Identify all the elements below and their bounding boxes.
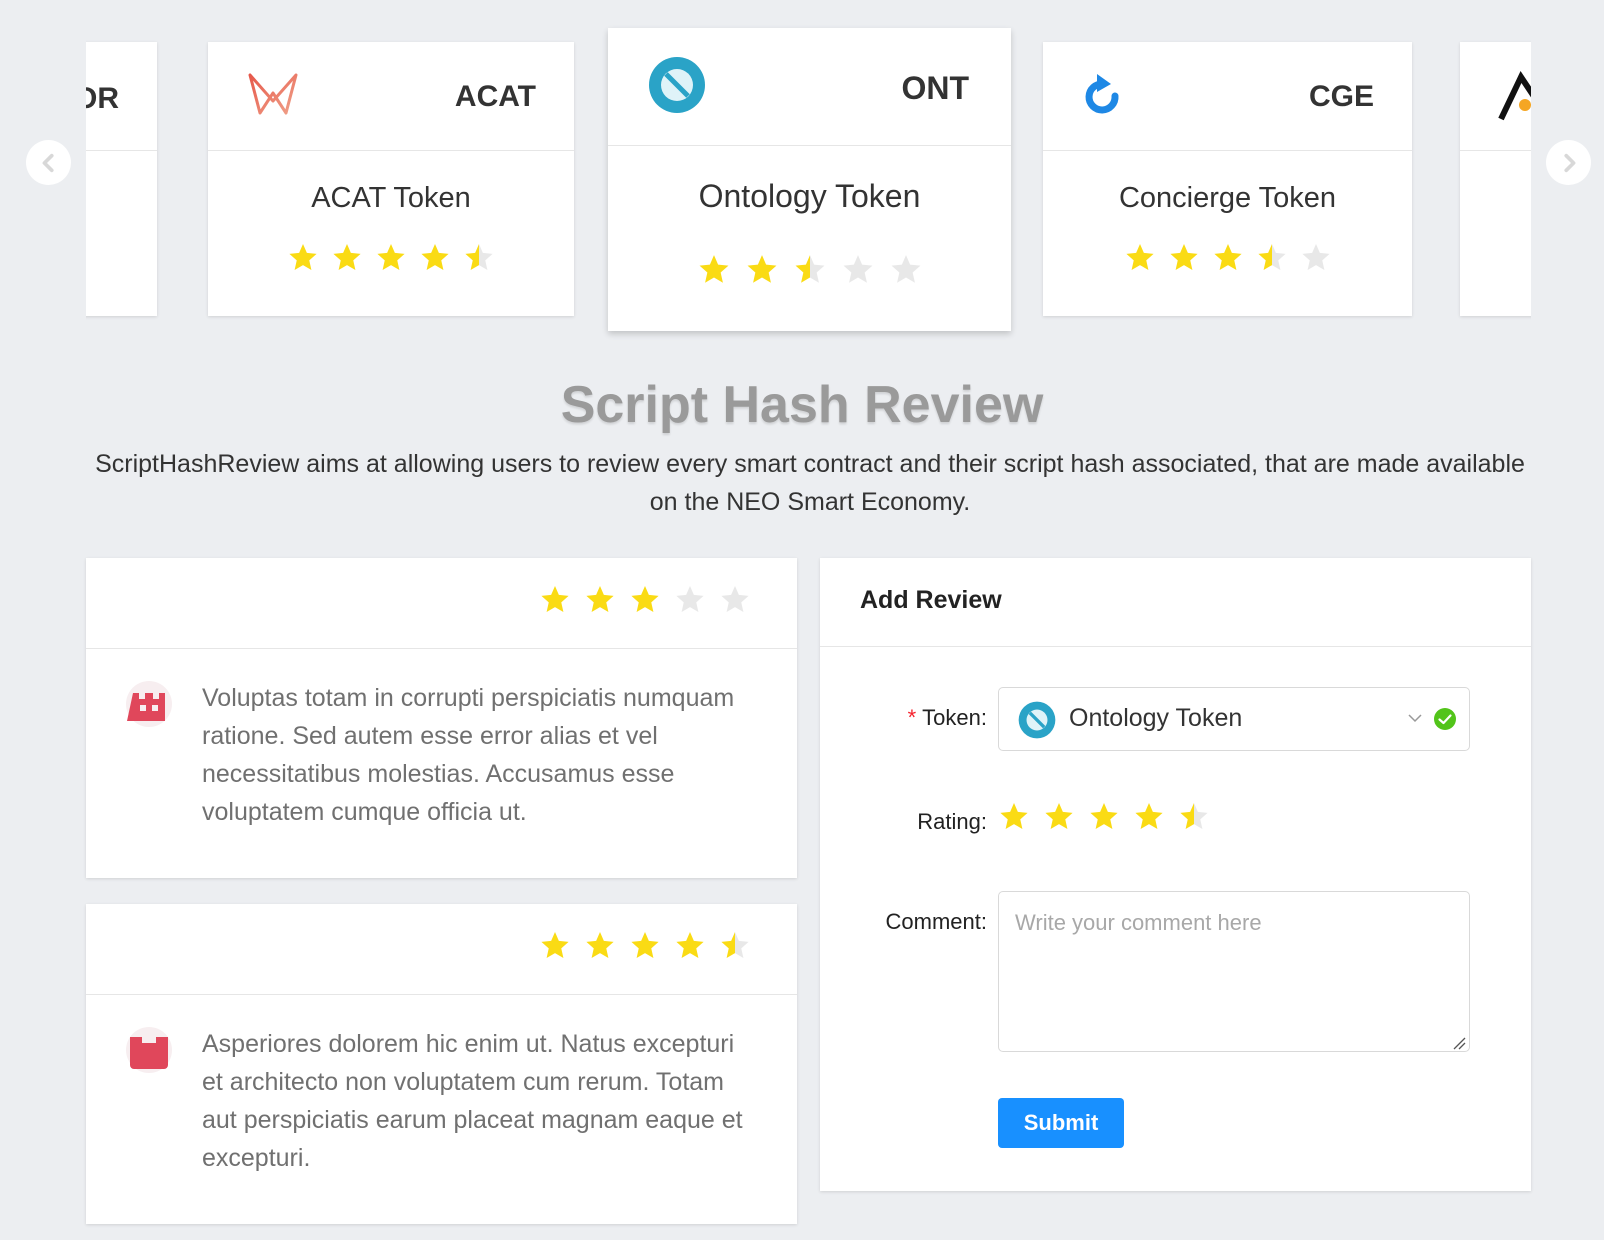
token-card-acat[interactable]: ACAT ACAT Token bbox=[208, 42, 574, 316]
star-full-icon bbox=[1168, 242, 1200, 279]
token-card-ontology[interactable]: ONT Ontology Token bbox=[608, 28, 1011, 331]
star-empty-icon bbox=[841, 253, 875, 292]
star-full-icon bbox=[1124, 242, 1156, 279]
star-empty-icon bbox=[889, 253, 923, 292]
review-text: Voluptas totam in corrupti perspiciatis … bbox=[202, 684, 735, 826]
star-full-icon bbox=[584, 584, 616, 621]
token-card-header: OR bbox=[86, 42, 157, 151]
star-full-icon bbox=[331, 242, 363, 279]
rating-input[interactable] bbox=[998, 801, 1210, 838]
token-name: Ontology Token bbox=[698, 178, 921, 214]
avatar bbox=[126, 681, 172, 727]
chevron-down-icon bbox=[1407, 710, 1423, 731]
star-half-icon bbox=[463, 242, 495, 279]
rating-label: Rating: bbox=[917, 809, 987, 834]
token-card-concierge[interactable]: CGE Concierge Token bbox=[1043, 42, 1412, 316]
review-rating bbox=[539, 930, 751, 967]
token-name: Concierge Token bbox=[1118, 182, 1337, 214]
token-label: * Token: bbox=[907, 705, 987, 730]
add-review-form: Add Review * Token: Ontology Token Ratin… bbox=[820, 558, 1531, 1191]
star-full-icon[interactable] bbox=[998, 801, 1030, 838]
carousel-prev-button[interactable] bbox=[26, 140, 71, 185]
star-full-icon[interactable] bbox=[1043, 801, 1075, 838]
comment-label: Comment: bbox=[885, 909, 987, 934]
star-full-icon bbox=[287, 242, 319, 279]
carousel-track: OR ACAT ACAT Token bbox=[86, 0, 1531, 345]
token-rating bbox=[208, 242, 574, 279]
token-card-header: ONT bbox=[608, 28, 1011, 146]
star-full-icon bbox=[584, 930, 616, 967]
required-mark: * bbox=[907, 705, 917, 730]
star-half-icon bbox=[1256, 242, 1288, 279]
token-card-partial[interactable] bbox=[1460, 42, 1531, 316]
avatar bbox=[126, 1027, 172, 1073]
star-full-icon bbox=[1212, 242, 1244, 279]
carousel-next-button[interactable] bbox=[1546, 140, 1591, 185]
star-full-icon bbox=[629, 584, 661, 621]
token-carousel: OR ACAT ACAT Token bbox=[0, 0, 1604, 345]
chevron-left-icon bbox=[42, 153, 54, 172]
token-rating bbox=[1043, 242, 1412, 279]
review-card: Voluptas totam in corrupti perspiciatis … bbox=[86, 558, 797, 878]
star-full-icon bbox=[539, 930, 571, 967]
acat-logo-icon bbox=[246, 67, 300, 126]
review-text: Asperiores dolorem hic enim ut. Natus ex… bbox=[202, 1030, 743, 1172]
star-full-icon bbox=[629, 930, 661, 967]
review-card-header bbox=[86, 558, 797, 649]
chevron-right-icon bbox=[1563, 153, 1575, 172]
star-full-icon[interactable] bbox=[1088, 801, 1120, 838]
partial-logo-icon bbox=[1497, 67, 1531, 130]
token-card-header: ACAT bbox=[208, 42, 574, 151]
resize-handle-icon[interactable] bbox=[1452, 1036, 1466, 1055]
submit-button[interactable]: Submit bbox=[998, 1098, 1124, 1148]
star-half-icon bbox=[719, 930, 751, 967]
check-circle-icon bbox=[1433, 707, 1457, 736]
token-select-value: Ontology Token bbox=[1069, 704, 1243, 732]
star-full-icon bbox=[419, 242, 451, 279]
star-full-icon bbox=[674, 930, 706, 967]
token-rating bbox=[608, 253, 1011, 292]
token-symbol: CGE bbox=[1308, 80, 1374, 113]
star-empty-icon bbox=[719, 584, 751, 621]
star-full-icon bbox=[745, 253, 779, 292]
star-half-icon[interactable] bbox=[1178, 801, 1210, 838]
star-empty-icon bbox=[674, 584, 706, 621]
token-symbol: ONT bbox=[901, 70, 969, 106]
token-symbol: ACAT bbox=[454, 80, 536, 113]
star-full-icon[interactable] bbox=[1133, 801, 1165, 838]
review-card: Asperiores dolorem hic enim ut. Natus ex… bbox=[86, 904, 797, 1224]
star-full-icon bbox=[375, 242, 407, 279]
review-rating bbox=[539, 584, 751, 621]
token-symbol: OR bbox=[86, 82, 119, 115]
token-card-header: CGE bbox=[1043, 42, 1412, 151]
star-full-icon bbox=[539, 584, 571, 621]
review-card-header bbox=[86, 904, 797, 995]
concierge-logo-icon bbox=[1081, 70, 1127, 127]
token-card-header bbox=[1460, 42, 1531, 151]
token-name: ACAT Token bbox=[311, 182, 471, 214]
ontology-logo-icon bbox=[1018, 701, 1056, 744]
star-full-icon bbox=[697, 253, 731, 292]
comment-textarea[interactable] bbox=[998, 891, 1470, 1052]
token-card-partial[interactable]: OR bbox=[86, 42, 157, 316]
ontology-logo-icon bbox=[648, 56, 706, 119]
page-title: Script Hash Review bbox=[560, 376, 1044, 434]
page-description: ScriptHashReview aims at allowing users … bbox=[95, 450, 1525, 516]
star-empty-icon bbox=[1300, 242, 1332, 279]
star-half-icon bbox=[793, 253, 827, 292]
token-select[interactable]: Ontology Token bbox=[998, 687, 1470, 751]
